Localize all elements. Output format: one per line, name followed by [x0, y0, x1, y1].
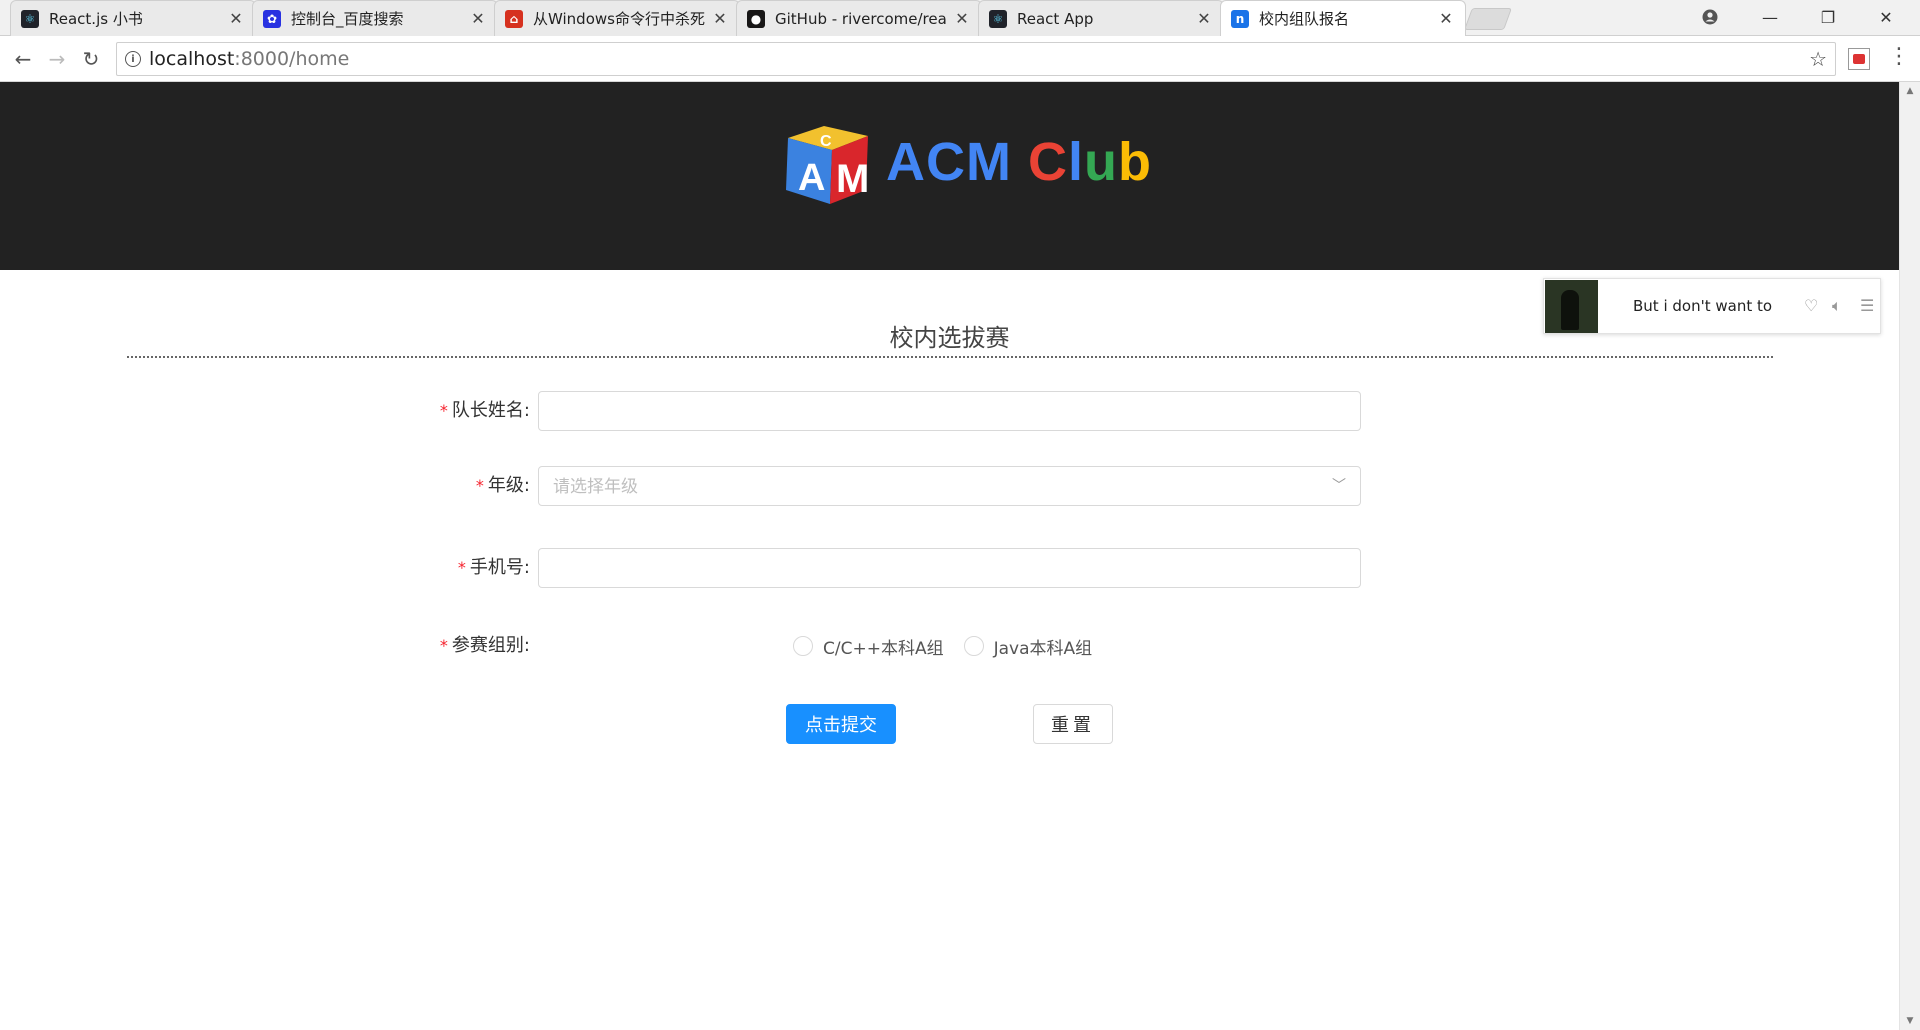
tab-title: GitHub - rivercome/rea	[775, 9, 947, 28]
info-icon[interactable]: i	[125, 51, 141, 67]
label-text: 手机号:	[469, 557, 530, 578]
back-icon[interactable]: ←	[8, 44, 38, 74]
n-logo-icon: n	[1231, 9, 1249, 28]
site-header: A M C ACM Club	[0, 82, 1899, 270]
brand-letter: u	[1084, 132, 1118, 192]
close-icon[interactable]: ✕	[1437, 9, 1455, 28]
bookmark-star-icon[interactable]: ☆	[1809, 47, 1827, 71]
playlist-icon[interactable]: ☰	[1860, 279, 1874, 333]
address-bar[interactable]: i localhost :8000/home ☆	[116, 42, 1836, 76]
required-mark: *	[457, 558, 466, 577]
reload-icon[interactable]: ↻	[76, 44, 106, 74]
forward-icon[interactable]: →	[42, 44, 72, 74]
home-icon: ⌂	[505, 9, 523, 28]
close-icon[interactable]: ✕	[1195, 9, 1213, 28]
tab-title: 从Windows命令行中杀死	[533, 10, 705, 28]
required-mark: *	[475, 476, 484, 495]
brand-name: ACM Club	[886, 131, 1152, 193]
radio-java-group[interactable]: Java本科A组	[963, 634, 1093, 659]
profile-icon[interactable]	[1682, 0, 1738, 34]
scroll-up-icon[interactable]: ▲	[1900, 82, 1920, 100]
label-text: 年级:	[487, 475, 530, 496]
phone-row: * 手机号:	[0, 548, 1899, 588]
title-divider	[127, 356, 1773, 358]
tab-strip: ⚛ React.js 小书 ✕ ✿ 控制台_百度搜索 ✕ ⌂ 从Windows命…	[0, 0, 1920, 36]
address-host: localhost	[149, 48, 235, 70]
restore-icon[interactable]: ❐	[1800, 0, 1856, 34]
radio-circle[interactable]	[963, 636, 984, 656]
reset-button[interactable]: 重置	[1033, 704, 1113, 744]
close-window-icon[interactable]: ✕	[1858, 0, 1914, 34]
minimize-icon[interactable]: —	[1742, 0, 1798, 34]
svg-text:M: M	[836, 157, 869, 201]
tab-title: React.js 小书	[49, 10, 143, 28]
tab-title: 校内组队报名	[1259, 10, 1350, 28]
chevron-down-icon[interactable]: ﹀	[1332, 467, 1346, 505]
baidu-paw-icon: ✿	[263, 9, 281, 28]
group-radio-group: C/C++本科A组 Java本科A组	[793, 626, 1112, 666]
label-text: 队长姓名:	[451, 400, 530, 421]
label-text: 参赛组别:	[451, 635, 530, 656]
brand-letter: C	[1027, 132, 1068, 192]
brand-letter: l	[1067, 132, 1084, 192]
brand-letter: M	[966, 132, 1012, 192]
group-row: * 参赛组别: C/C++本科A组 Java本科A组	[0, 626, 1899, 666]
site-logo[interactable]: A M C ACM Club	[780, 116, 1152, 208]
svg-text:A: A	[798, 157, 825, 199]
github-icon: ●	[747, 9, 765, 28]
extension-icon[interactable]	[1848, 48, 1870, 70]
required-mark: *	[439, 401, 448, 420]
tab-react-app[interactable]: ⚛ React App ✕	[978, 0, 1224, 36]
tab-react-book[interactable]: ⚛ React.js 小书 ✕	[10, 0, 256, 36]
page-scrollbar[interactable]: ▲ ▼	[1899, 82, 1920, 1030]
album-cover[interactable]	[1545, 280, 1598, 333]
react-icon: ⚛	[989, 9, 1007, 28]
radio-label: Java本科A组	[993, 638, 1093, 659]
brand-letter: A	[886, 132, 926, 192]
tab-team-signup[interactable]: n 校内组队报名 ✕	[1220, 0, 1466, 36]
grade-placeholder: 请选择年级	[553, 477, 638, 497]
radio-label: C/C++本科A组	[823, 638, 944, 659]
acm-cube-icon: A M C	[786, 126, 869, 204]
captain-name-row: * 队长姓名:	[0, 391, 1899, 431]
brand-letter: C	[926, 132, 966, 192]
tab-title: 控制台_百度搜索	[291, 10, 404, 28]
radio-circle[interactable]	[793, 636, 813, 656]
volume-icon[interactable]: 🔈︎	[1832, 279, 1842, 333]
captain-name-input[interactable]	[538, 391, 1361, 431]
address-path: :8000/home	[234, 48, 350, 70]
grade-label: * 年级:	[476, 466, 530, 506]
close-icon[interactable]: ✕	[711, 9, 729, 28]
close-icon[interactable]: ✕	[227, 9, 245, 28]
song-title: But i don't want to	[1633, 297, 1773, 315]
tab-title: React App	[1017, 9, 1094, 28]
group-label: * 参赛组别:	[440, 626, 530, 666]
grade-row: * 年级: 请选择年级 ﹀	[0, 466, 1899, 506]
phone-input[interactable]	[538, 548, 1361, 588]
music-player: But i don't want to ♡ 🔈︎ ☰	[1543, 278, 1881, 334]
tab-windows-cmd[interactable]: ⌂ 从Windows命令行中杀死 ✕	[494, 0, 740, 36]
browser-toolbar: ← → ↻ i localhost :8000/home ☆ ⋮	[0, 36, 1920, 82]
tab-baidu-search[interactable]: ✿ 控制台_百度搜索 ✕	[252, 0, 498, 36]
grade-select[interactable]: 请选择年级 ﹀	[538, 466, 1361, 506]
heart-icon[interactable]: ♡	[1804, 279, 1818, 333]
menu-icon[interactable]: ⋮	[1888, 44, 1910, 69]
close-icon[interactable]: ✕	[953, 9, 971, 28]
close-icon[interactable]: ✕	[469, 9, 487, 28]
react-icon: ⚛	[21, 9, 39, 28]
new-tab-button[interactable]	[1463, 8, 1513, 30]
scroll-down-icon[interactable]: ▼	[1900, 1012, 1920, 1030]
phone-label: * 手机号:	[458, 548, 530, 588]
page-viewport: A M C ACM Club 校内选拔赛 * 队长姓名: * 年级: 请选择年级 ﹀ …	[0, 82, 1899, 1030]
captain-name-label: * 队长姓名:	[440, 391, 530, 431]
svg-text:C: C	[820, 133, 832, 150]
required-mark: *	[439, 636, 448, 655]
tab-github[interactable]: ● GitHub - rivercome/rea ✕	[736, 0, 982, 36]
radio-cpp-group[interactable]: C/C++本科A组	[793, 634, 944, 659]
brand-letter: b	[1118, 132, 1152, 192]
submit-button[interactable]: 点击提交	[786, 704, 896, 744]
